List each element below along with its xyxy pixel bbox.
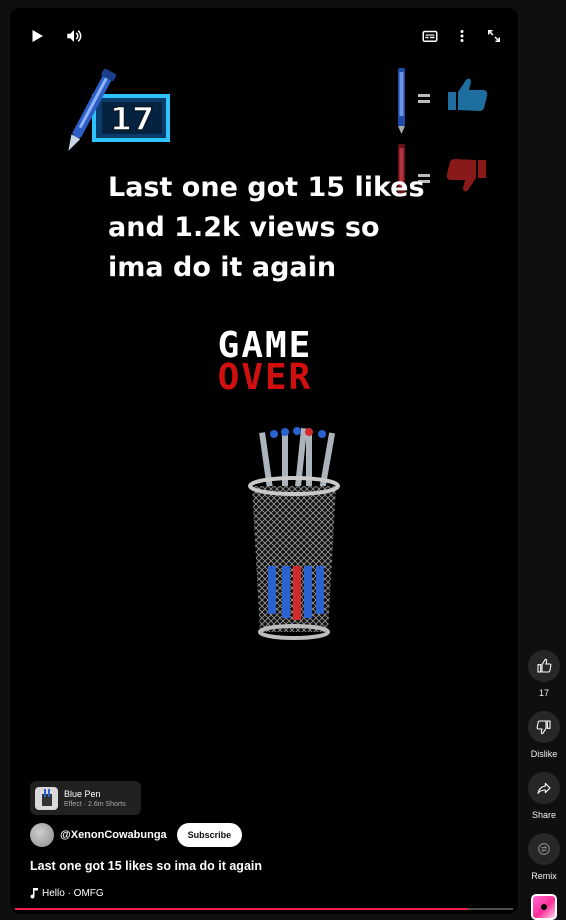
sound-thumbnail[interactable] — [531, 894, 557, 920]
avatar[interactable] — [30, 823, 54, 847]
effect-chip[interactable]: Blue Pen Effect · 2.6m Shorts — [30, 781, 141, 815]
like-thumb-icon — [448, 78, 488, 111]
video-player[interactable]: 17 Last one got 15 likes and 1.2k views … — [10, 8, 518, 914]
channel-row: @XenonCowabunga Subscribe — [30, 823, 243, 847]
like-button[interactable] — [528, 650, 560, 682]
remix-icon — [538, 843, 550, 855]
thumb-down-icon — [536, 720, 551, 735]
thumb-up-icon — [537, 658, 552, 673]
channel-handle[interactable]: @XenonCowabunga — [60, 829, 167, 841]
subscribe-button[interactable]: Subscribe — [176, 823, 243, 847]
effect-subtitle: Effect · 2.6m Shorts — [64, 800, 126, 808]
dislike-label: Dislike — [530, 749, 558, 759]
dislike-thumb-icon — [446, 159, 486, 192]
badge-number: 17 — [110, 100, 155, 138]
blue-pen-icon — [398, 68, 405, 134]
shorts-page: 17 Last one got 15 likes and 1.2k views … — [0, 0, 566, 920]
music-link[interactable]: Hello · OMFG — [30, 888, 104, 899]
dislike-button[interactable] — [528, 711, 560, 743]
game-over-line2: OVER — [217, 357, 313, 398]
captions-icon[interactable] — [420, 26, 440, 46]
effect-name: Blue Pen — [64, 788, 101, 799]
volume-icon[interactable] — [64, 26, 84, 46]
pen-count-badge: 17 — [58, 66, 178, 171]
pen-cup-image — [238, 426, 350, 647]
share-button[interactable] — [528, 772, 560, 804]
share-icon — [537, 782, 551, 794]
more-vert-icon[interactable] — [452, 26, 472, 46]
remix-button[interactable] — [528, 833, 560, 865]
action-rail: 17 Dislike Share Remix — [526, 650, 562, 920]
remix-label: Remix — [531, 871, 557, 881]
fullscreen-icon[interactable] — [484, 26, 504, 46]
progress-bar[interactable] — [15, 908, 513, 910]
like-count: 17 — [538, 688, 549, 698]
effect-thumbnail — [35, 786, 58, 810]
play-icon[interactable] — [27, 26, 47, 46]
progress-fill — [15, 908, 469, 910]
music-text: Hello · OMFG — [42, 888, 104, 899]
video-title[interactable]: Last one got 15 likes so ima do it again — [30, 859, 262, 873]
video-overlay-text: Last one got 15 likes and 1.2k views so … — [108, 172, 425, 283]
music-note-icon — [30, 888, 38, 899]
share-label: Share — [531, 810, 557, 820]
game-over-graphic: GAME OVER — [195, 328, 335, 398]
